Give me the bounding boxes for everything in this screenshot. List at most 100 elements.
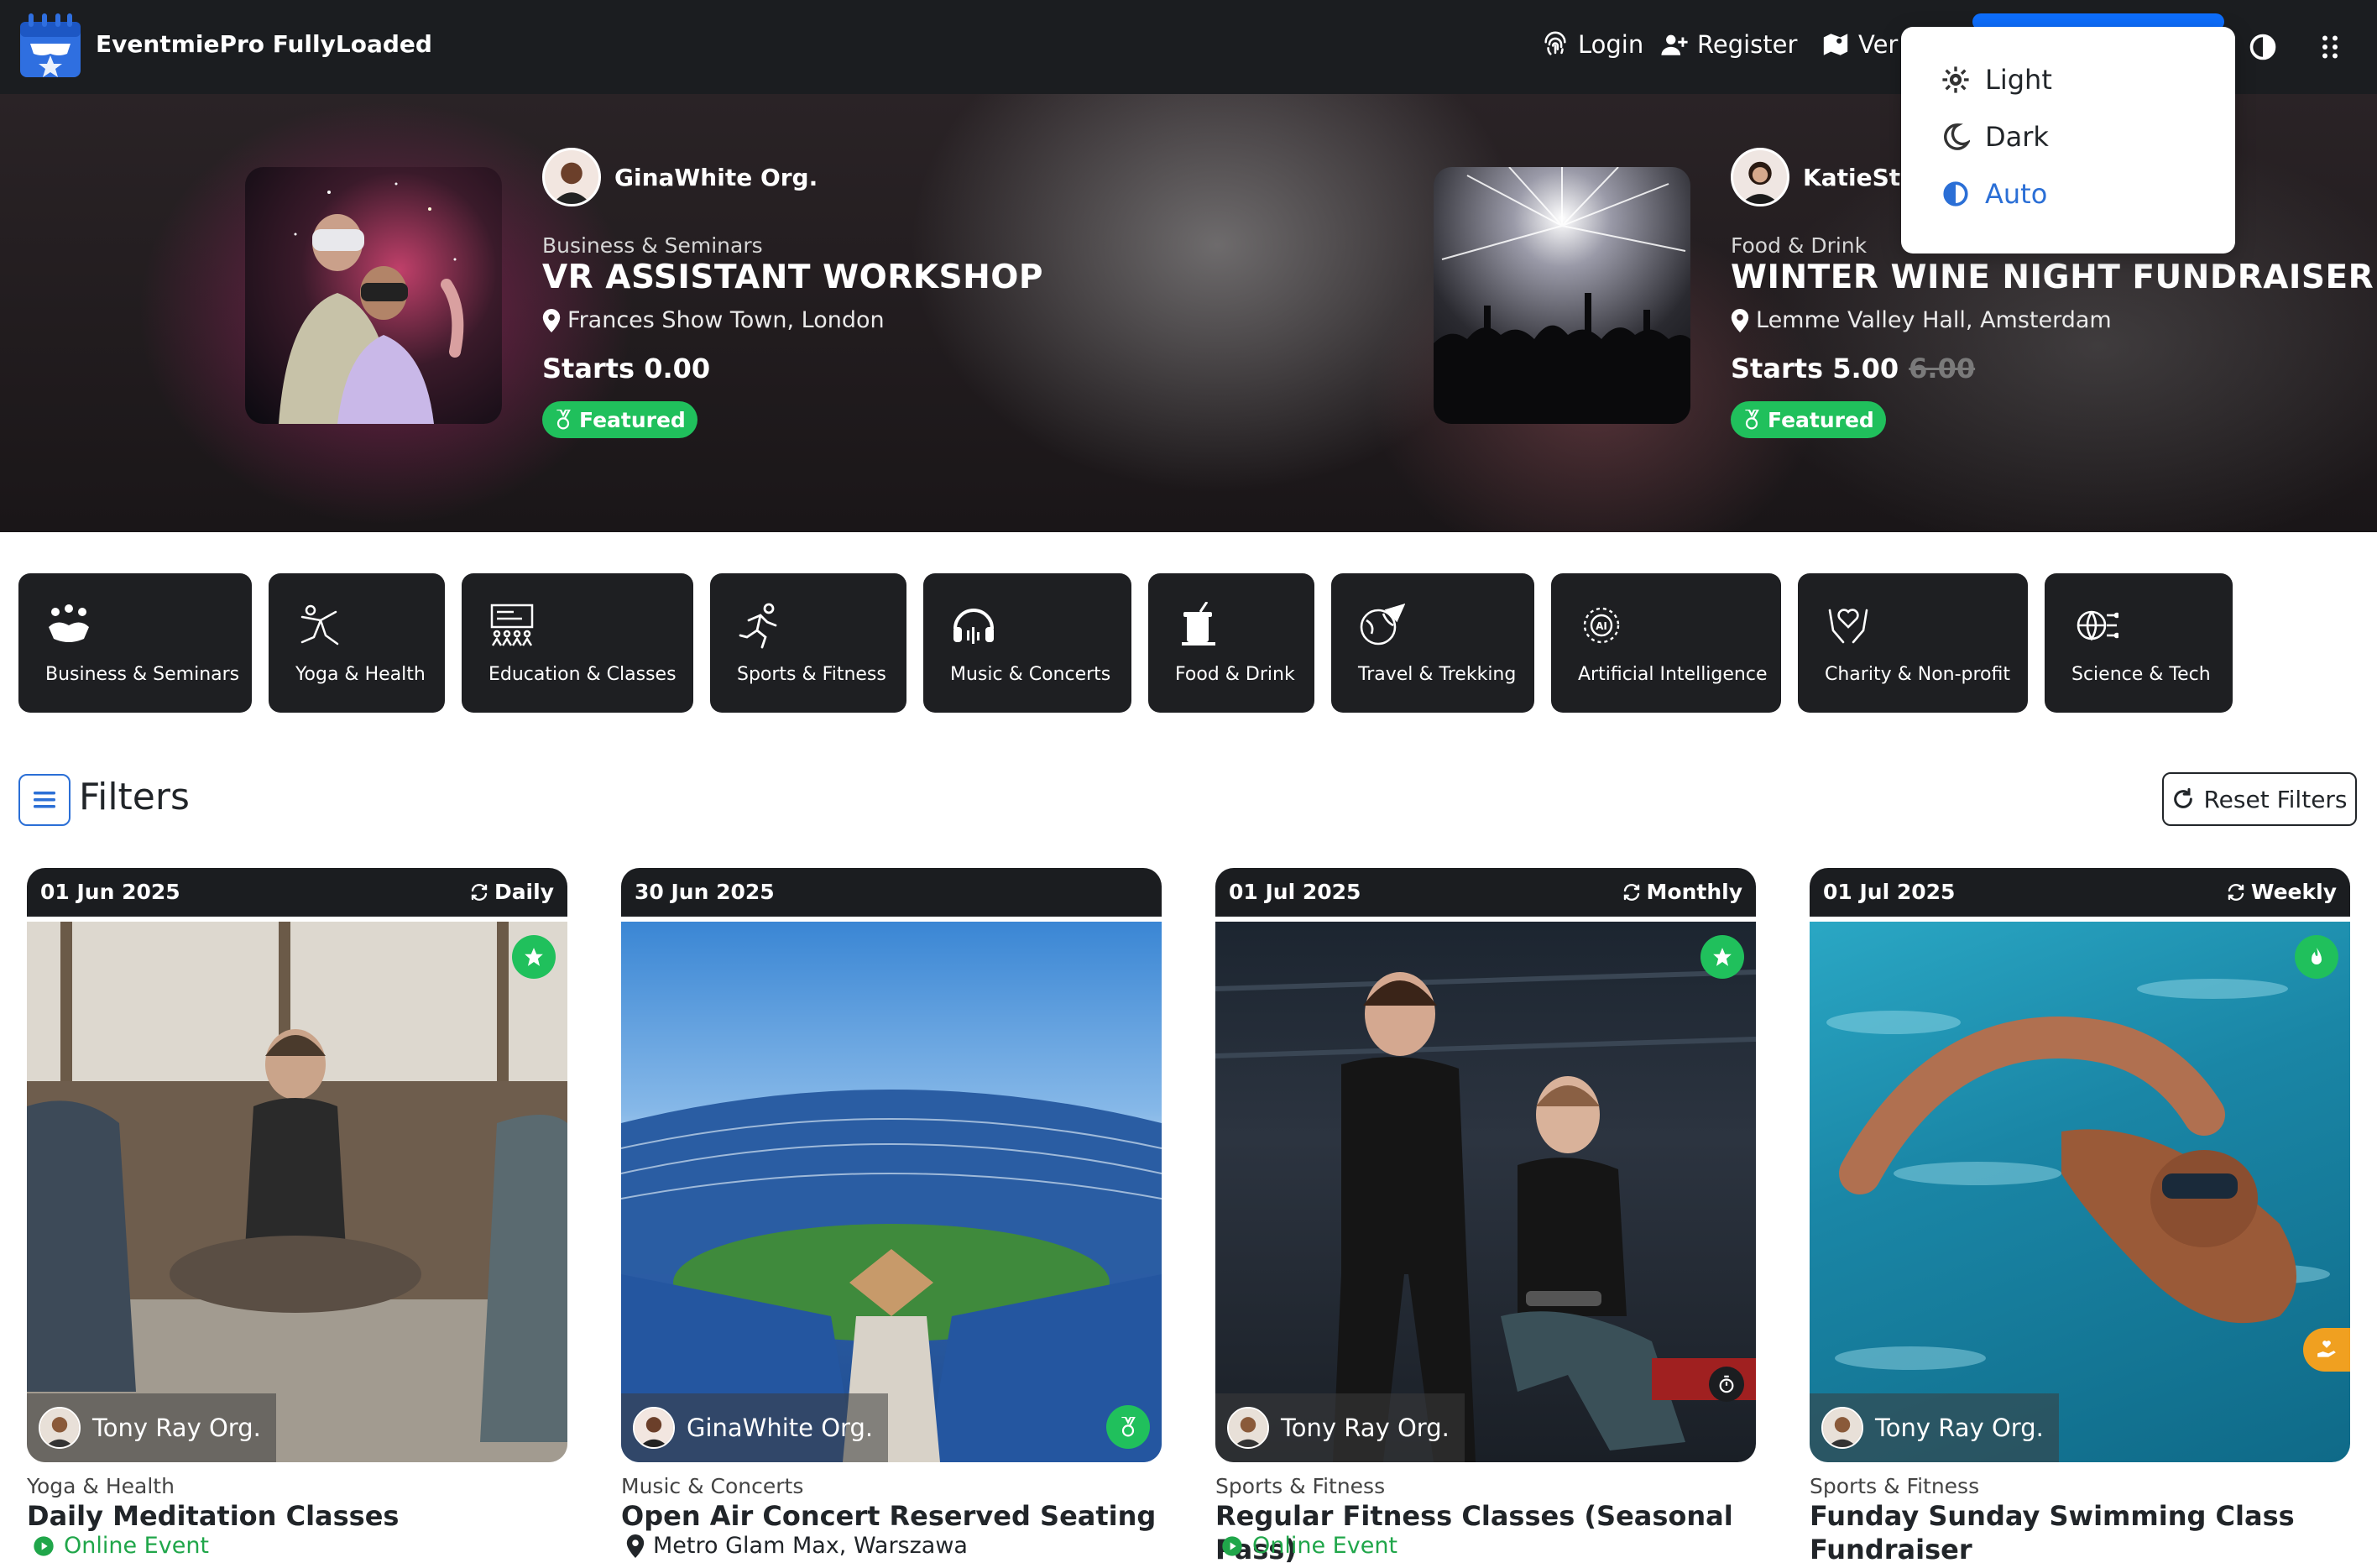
event-organizer[interactable]: GinaWhite Org. (621, 1393, 889, 1462)
yoga-icon (300, 604, 339, 645)
hero-slide-2-price: Starts 5.00 6.00 (1731, 353, 1975, 384)
login-link[interactable]: Login (1541, 30, 1643, 59)
organizer-name: Tony Ray Org. (1281, 1414, 1450, 1442)
hero-slide-1-title[interactable]: VR ASSISTANT WORKSHOP (542, 259, 1043, 296)
repeat-label: Weekly (2250, 880, 2337, 904)
organizer-avatar (633, 1407, 675, 1449)
event-category: Yoga & Health (27, 1474, 175, 1498)
category-label: Charity & Non-profit (1825, 664, 2010, 685)
category-business-seminars[interactable]: Business & Seminars (18, 573, 252, 713)
theme-toggle-icon[interactable] (2248, 32, 2278, 62)
hero-slide-2-title[interactable]: WINTER WINE NIGHT FUNDRAISER (1731, 259, 2374, 296)
theme-option-light[interactable]: Light (1941, 64, 2052, 96)
register-label: Register (1697, 30, 1798, 59)
category-artificial-intelligence[interactable]: AI Artificial Intelligence (1551, 573, 1781, 713)
category-label: Science & Tech (2071, 664, 2211, 685)
theme-light-label: Light (1985, 64, 2052, 96)
category-music-concerts[interactable]: Music & Concerts (923, 573, 1131, 713)
category-travel-trekking[interactable]: Travel & Trekking (1331, 573, 1534, 713)
menu-lines-icon (34, 792, 55, 808)
star-icon (525, 948, 543, 966)
register-link[interactable]: Register (1660, 30, 1797, 59)
globe-plane-icon (1360, 604, 1405, 645)
hero-slide-2-category: Food & Drink (1731, 233, 1868, 258)
hero-slide-1-image[interactable] (245, 167, 502, 424)
event-card-image[interactable]: Tony Ray Org. (1810, 922, 2350, 1462)
category-charity-nonprofit[interactable]: Charity & Non-profit (1798, 573, 2028, 713)
category-education-classes[interactable]: Education & Classes (462, 573, 693, 713)
theme-option-auto[interactable]: Auto (1941, 178, 2047, 210)
event-organizer[interactable]: Tony Ray Org. (1215, 1393, 1465, 1462)
login-label: Login (1578, 30, 1644, 59)
vr-people-illustration (279, 182, 464, 424)
hero-slide-2-featured-badge: Featured (1731, 401, 1886, 438)
half-circle-icon (1943, 181, 1968, 206)
category-label: Sports & Fitness (737, 664, 886, 685)
theme-dark-label: Dark (1985, 121, 2049, 153)
fitness-trainer-illustration (1215, 970, 1756, 1462)
headphones-icon (953, 609, 994, 644)
event-card-header: 01 Jun 2025 Daily (27, 868, 567, 917)
organizer-name: KatieSto (1803, 163, 1917, 191)
repeat-icon (471, 883, 488, 901)
category-label: Education & Classes (488, 664, 677, 685)
event-location: Online Event (32, 1533, 209, 1559)
medal-icon (556, 410, 571, 430)
category-label: Food & Drink (1175, 664, 1295, 685)
event-date: 01 Jul 2025 (1229, 880, 1361, 904)
event-card-image[interactable]: Tony Ray Org. (27, 922, 567, 1462)
user-plus-icon (1661, 34, 1688, 55)
category-food-drink[interactable]: Food & Drink (1148, 573, 1314, 713)
brand-logo-icon[interactable] (18, 10, 82, 79)
event-location: Metro Glam Max, Warszawa (626, 1533, 968, 1559)
medal-icon (1121, 1417, 1136, 1437)
apps-grid-icon[interactable] (2315, 32, 2345, 62)
category-label: Music & Concerts (950, 664, 1111, 685)
category-sports-fitness[interactable]: Sports & Fitness (710, 573, 906, 713)
event-card-image[interactable]: Tony Ray Org. (1215, 922, 1756, 1462)
theme-option-dark[interactable]: Dark (1941, 121, 2049, 153)
hero-slide-1-organizer[interactable]: GinaWhite Org. (542, 148, 818, 206)
heart-hands-icon (1828, 609, 1868, 644)
event-organizer[interactable]: Tony Ray Org. (1810, 1393, 2059, 1462)
repeat-label: Daily (494, 880, 554, 904)
reset-filters-button[interactable]: Reset Filters (2162, 772, 2357, 826)
stopwatch-badge (1709, 1367, 1744, 1402)
event-location: Online Event (1220, 1533, 1397, 1559)
repeat-indicator: Monthly (1622, 880, 1742, 904)
event-title[interactable]: Daily Meditation Classes (27, 1499, 564, 1533)
meditation-illustration (27, 922, 567, 1462)
map-pin-icon (542, 308, 561, 332)
stadium-illustration (621, 1090, 1162, 1462)
category-yoga-health[interactable]: Yoga & Health (269, 573, 445, 713)
category-science-tech[interactable]: Science & Tech (2045, 573, 2233, 713)
hero-slide-2-organizer[interactable]: KatieSto (1731, 148, 1916, 206)
hero-slide-2-image[interactable] (1434, 167, 1690, 424)
event-title[interactable]: Open Air Concert Reserved Seating (621, 1499, 1158, 1533)
theme-dropdown-menu: Light Dark Auto (1901, 27, 2235, 253)
repeat-label: Monthly (1646, 880, 1742, 904)
drink-icon (1182, 602, 1215, 645)
venue-text: Frances Show Town, London (567, 307, 885, 333)
event-card-header: 30 Jun 2025 (621, 868, 1162, 917)
venues-link[interactable]: Ver (1821, 30, 1898, 59)
star-icon (1713, 948, 1732, 966)
medal-icon (1745, 410, 1759, 430)
hero-slide-1-price: Starts 0.00 (542, 353, 711, 384)
organizer-name: Tony Ray Org. (92, 1414, 261, 1442)
filter-toggle-button[interactable] (18, 774, 71, 826)
organizer-name: Tony Ray Org. (1875, 1414, 2044, 1442)
ai-chip-icon: AI (1583, 607, 1620, 644)
map-icon (1823, 34, 1848, 55)
featured-label: Featured (579, 407, 686, 432)
event-card-image[interactable]: GinaWhite Org. (621, 922, 1162, 1462)
hero-slide-1-category: Business & Seminars (542, 233, 763, 258)
venues-label: Ver (1858, 30, 1899, 59)
featured-corner-badge (1700, 935, 1744, 979)
event-organizer[interactable]: Tony Ray Org. (27, 1393, 276, 1462)
organizer-avatar (1821, 1407, 1863, 1449)
charity-badge (2303, 1328, 2350, 1372)
category-label: Artificial Intelligence (1578, 664, 1768, 685)
event-title[interactable]: Funday Sunday Swimming Class Fundraiser (1810, 1499, 2347, 1566)
brand-name[interactable]: EventmiePro FullyLoaded (96, 30, 432, 58)
